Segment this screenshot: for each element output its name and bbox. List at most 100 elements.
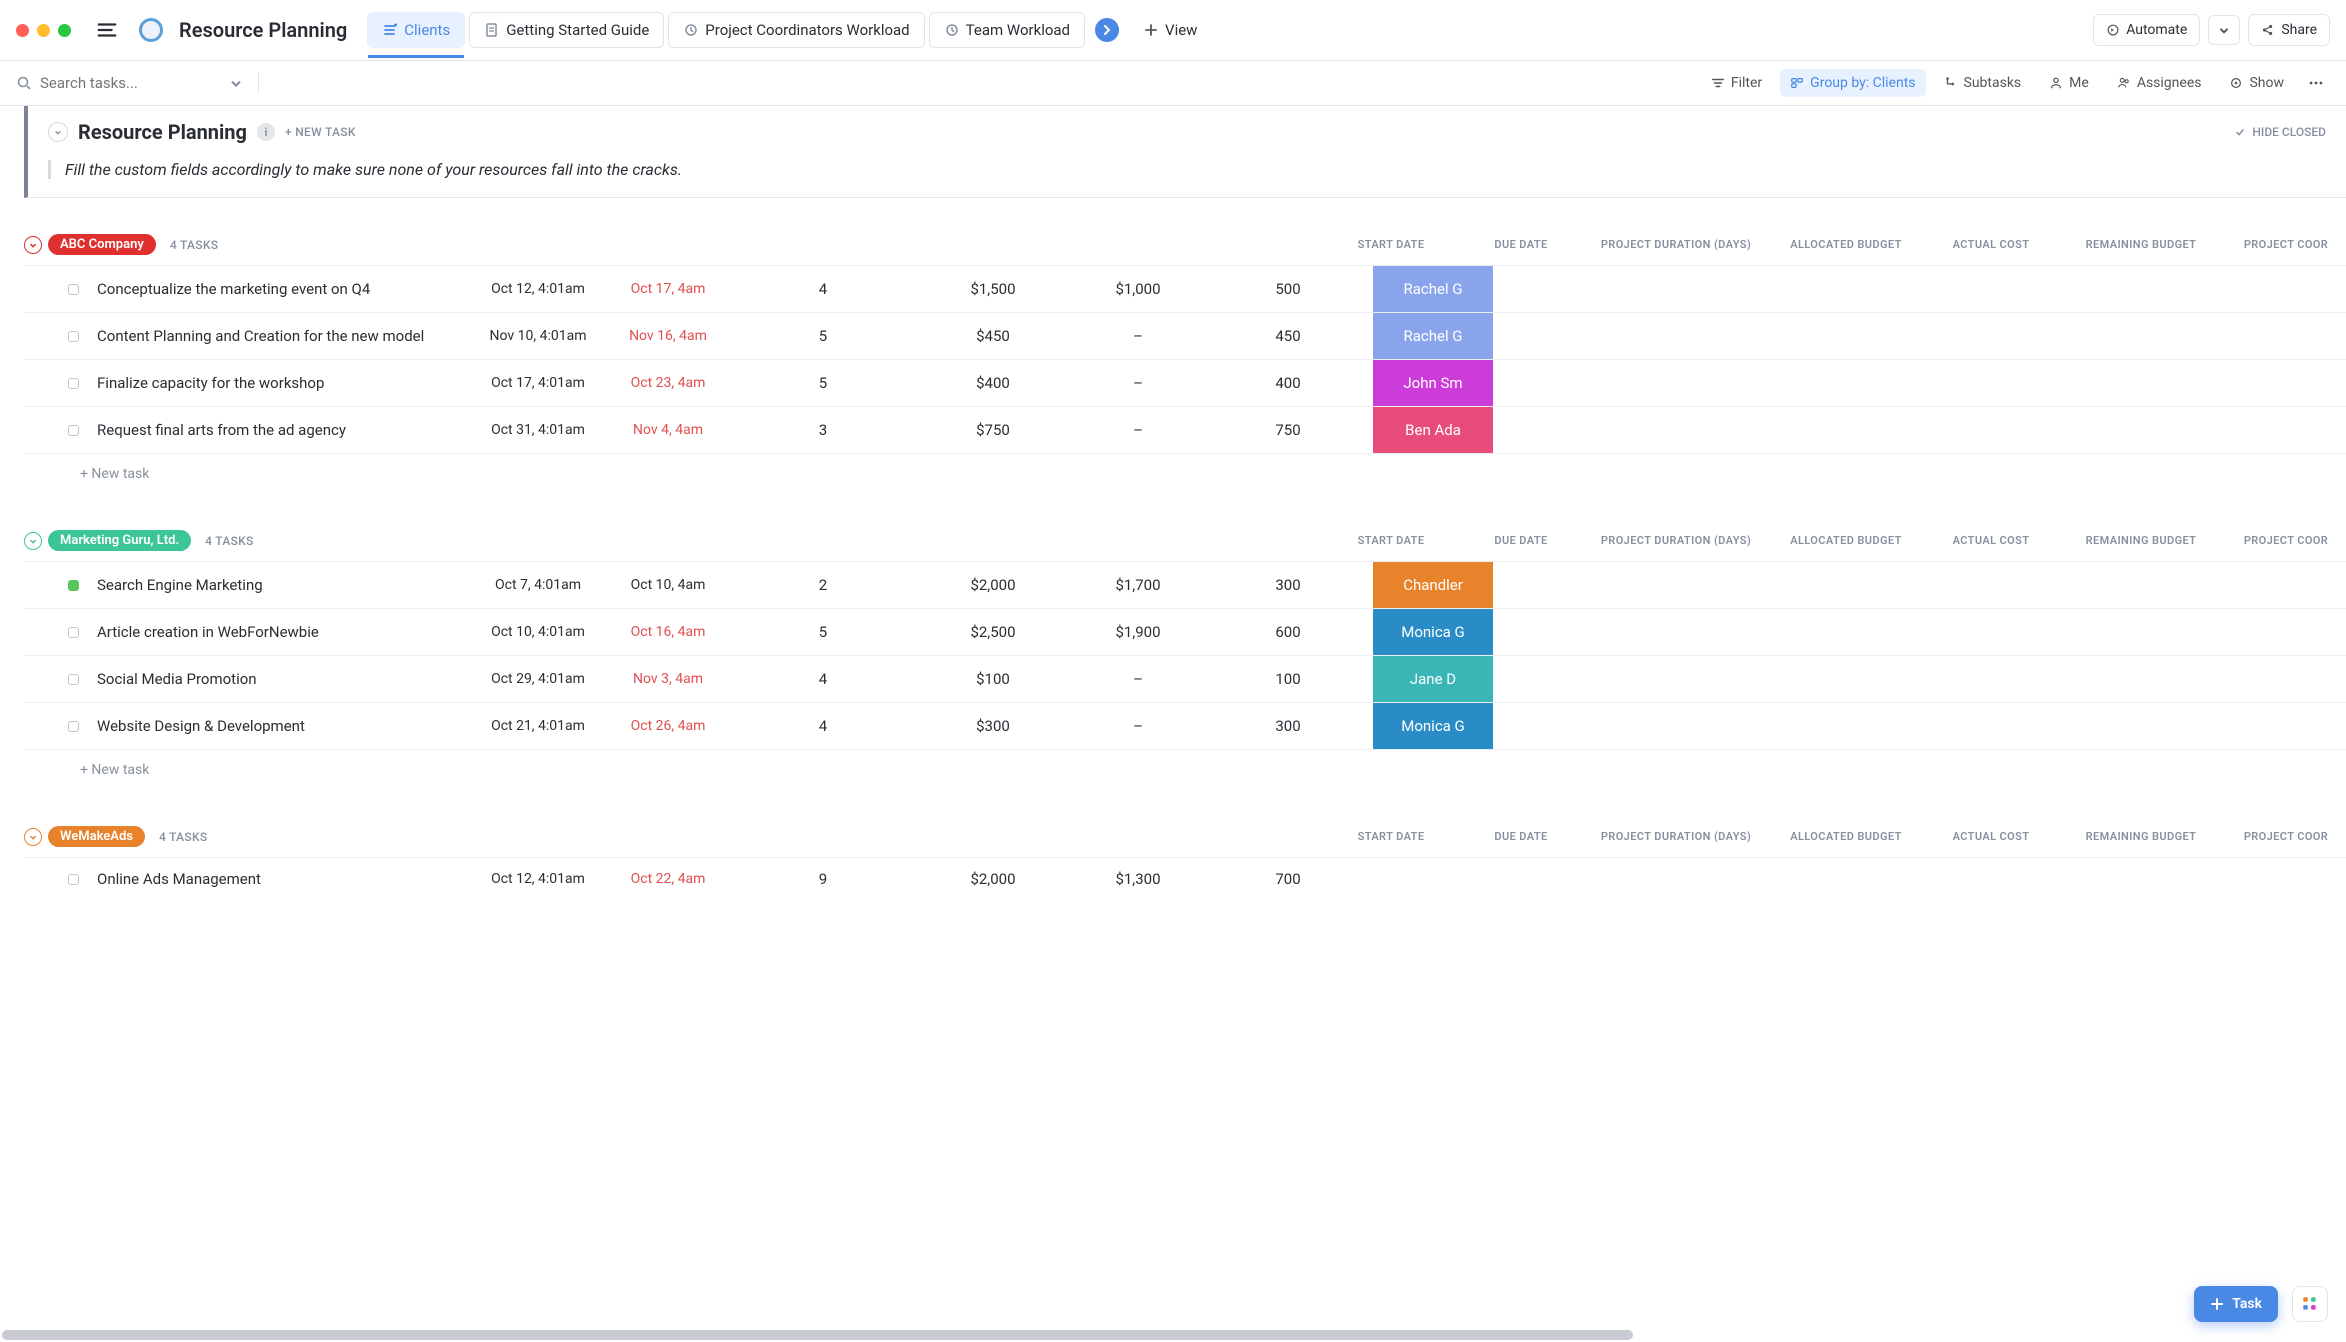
info-icon[interactable]: i — [257, 123, 275, 141]
horizontal-scrollbar[interactable] — [0, 1328, 2330, 1342]
task-status-toggle[interactable] — [68, 331, 79, 342]
group-collapse-toggle[interactable] — [24, 236, 42, 254]
remaining-cell[interactable]: 750 — [1203, 421, 1373, 439]
task-name[interactable]: Article creation in WebForNewbie — [97, 623, 473, 641]
filter-button[interactable]: Filter — [1701, 69, 1772, 97]
duration-cell[interactable]: 5 — [733, 327, 913, 345]
due-date-cell[interactable]: Oct 22, 4am — [603, 871, 733, 887]
start-date-cell[interactable]: Oct 31, 4:01am — [473, 422, 603, 438]
task-status-toggle[interactable] — [68, 425, 79, 436]
coordinator-cell[interactable]: John Sm — [1373, 360, 1493, 406]
coordinator-cell[interactable]: Chandler — [1373, 562, 1493, 608]
allocated-cell[interactable]: $450 — [913, 327, 1073, 345]
more-button[interactable] — [2302, 69, 2330, 97]
allocated-cell[interactable]: $2,000 — [913, 870, 1073, 888]
col-head-start[interactable]: START DATE — [1326, 238, 1456, 251]
start-date-cell[interactable]: Oct 10, 4:01am — [473, 624, 603, 640]
start-date-cell[interactable]: Oct 12, 4:01am — [473, 871, 603, 887]
task-name[interactable]: Content Planning and Creation for the ne… — [97, 327, 473, 345]
col-head-actual[interactable]: ACTUAL COST — [1926, 830, 2056, 843]
coordinator-cell[interactable]: Rachel G — [1373, 266, 1493, 312]
apps-button[interactable] — [2292, 1286, 2328, 1322]
task-status-toggle[interactable] — [68, 580, 79, 591]
assignees-button[interactable]: Assignees — [2107, 69, 2212, 97]
remaining-cell[interactable]: 300 — [1203, 717, 1373, 735]
actual-cell[interactable]: $1,000 — [1073, 280, 1203, 298]
remaining-cell[interactable]: 300 — [1203, 576, 1373, 594]
tab-getting-started[interactable]: Getting Started Guide — [469, 12, 664, 48]
actual-cell[interactable]: – — [1073, 374, 1203, 392]
duration-cell[interactable]: 4 — [733, 670, 913, 688]
start-date-cell[interactable]: Oct 21, 4:01am — [473, 718, 603, 734]
task-status-toggle[interactable] — [68, 284, 79, 295]
due-date-cell[interactable]: Oct 23, 4am — [603, 375, 733, 391]
group-new-task-button[interactable]: + New task — [24, 453, 2346, 494]
duration-cell[interactable]: 9 — [733, 870, 913, 888]
duration-cell[interactable]: 4 — [733, 280, 913, 298]
task-name[interactable]: Online Ads Management — [97, 870, 473, 888]
due-date-cell[interactable]: Oct 26, 4am — [603, 718, 733, 734]
remaining-cell[interactable]: 700 — [1203, 870, 1373, 888]
task-status-toggle[interactable] — [68, 874, 79, 885]
menu-button[interactable] — [91, 14, 123, 46]
col-head-start[interactable]: START DATE — [1326, 534, 1456, 547]
subtasks-button[interactable]: Subtasks — [1934, 69, 2032, 97]
task-row[interactable]: Finalize capacity for the workshop Oct 1… — [24, 359, 2346, 406]
due-date-cell[interactable]: Nov 4, 4am — [603, 422, 733, 438]
start-date-cell[interactable]: Nov 10, 4:01am — [473, 328, 603, 344]
remaining-cell[interactable]: 600 — [1203, 623, 1373, 641]
search-input[interactable] — [40, 74, 220, 92]
task-row[interactable]: Content Planning and Creation for the ne… — [24, 312, 2346, 359]
due-date-cell[interactable]: Oct 10, 4am — [603, 577, 733, 593]
hide-closed-button[interactable]: HIDE CLOSED — [2234, 125, 2326, 139]
allocated-cell[interactable]: $750 — [913, 421, 1073, 439]
group-chip[interactable]: WeMakeAds — [48, 826, 145, 847]
me-button[interactable]: Me — [2039, 69, 2099, 97]
group-new-task-button[interactable]: + New task — [24, 749, 2346, 790]
allocated-cell[interactable]: $2,000 — [913, 576, 1073, 594]
tabs-next-button[interactable] — [1089, 10, 1125, 50]
task-status-toggle[interactable] — [68, 721, 79, 732]
coordinator-cell[interactable]: Jane D — [1373, 656, 1493, 702]
actual-cell[interactable]: – — [1073, 670, 1203, 688]
task-row[interactable]: Article creation in WebForNewbie Oct 10,… — [24, 608, 2346, 655]
remaining-cell[interactable]: 500 — [1203, 280, 1373, 298]
col-head-allocated[interactable]: ALLOCATED BUDGET — [1766, 830, 1926, 843]
automate-button[interactable]: Automate — [2093, 14, 2200, 46]
allocated-cell[interactable]: $300 — [913, 717, 1073, 735]
task-name[interactable]: Search Engine Marketing — [97, 576, 473, 594]
remaining-cell[interactable]: 450 — [1203, 327, 1373, 345]
allocated-cell[interactable]: $2,500 — [913, 623, 1073, 641]
start-date-cell[interactable]: Oct 12, 4:01am — [473, 281, 603, 297]
group-collapse-toggle[interactable] — [24, 532, 42, 550]
task-name[interactable]: Finalize capacity for the workshop — [97, 374, 473, 392]
actual-cell[interactable]: $1,300 — [1073, 870, 1203, 888]
col-head-start[interactable]: START DATE — [1326, 830, 1456, 843]
minimize-window-button[interactable] — [37, 24, 50, 37]
new-task-floating-button[interactable]: Task — [2194, 1286, 2278, 1322]
actual-cell[interactable]: – — [1073, 327, 1203, 345]
task-row[interactable]: Request final arts from the ad agency Oc… — [24, 406, 2346, 453]
col-head-due[interactable]: DUE DATE — [1456, 534, 1586, 547]
show-button[interactable]: Show — [2219, 69, 2294, 97]
task-name[interactable]: Request final arts from the ad agency — [97, 421, 473, 439]
automate-dropdown[interactable] — [2208, 15, 2240, 45]
col-head-coordinator[interactable]: PROJECT COOR — [2226, 534, 2346, 547]
main-area[interactable]: Resource Planning i + NEW TASK HIDE CLOS… — [0, 106, 2346, 1338]
maximize-window-button[interactable] — [58, 24, 71, 37]
workspace-icon[interactable] — [139, 18, 163, 42]
remaining-cell[interactable]: 400 — [1203, 374, 1373, 392]
col-head-actual[interactable]: ACTUAL COST — [1926, 534, 2056, 547]
coordinator-cell[interactable]: Ben Ada — [1373, 407, 1493, 453]
due-date-cell[interactable]: Oct 16, 4am — [603, 624, 733, 640]
task-name[interactable]: Website Design & Development — [97, 717, 473, 735]
remaining-cell[interactable]: 100 — [1203, 670, 1373, 688]
tab-team-workload[interactable]: Team Workload — [929, 12, 1085, 48]
chevron-down-icon[interactable] — [228, 75, 244, 91]
group-collapse-toggle[interactable] — [24, 828, 42, 846]
allocated-cell[interactable]: $100 — [913, 670, 1073, 688]
col-head-due[interactable]: DUE DATE — [1456, 830, 1586, 843]
task-status-toggle[interactable] — [68, 378, 79, 389]
col-head-coordinator[interactable]: PROJECT COOR — [2226, 238, 2346, 251]
col-head-coordinator[interactable]: PROJECT COOR — [2226, 830, 2346, 843]
